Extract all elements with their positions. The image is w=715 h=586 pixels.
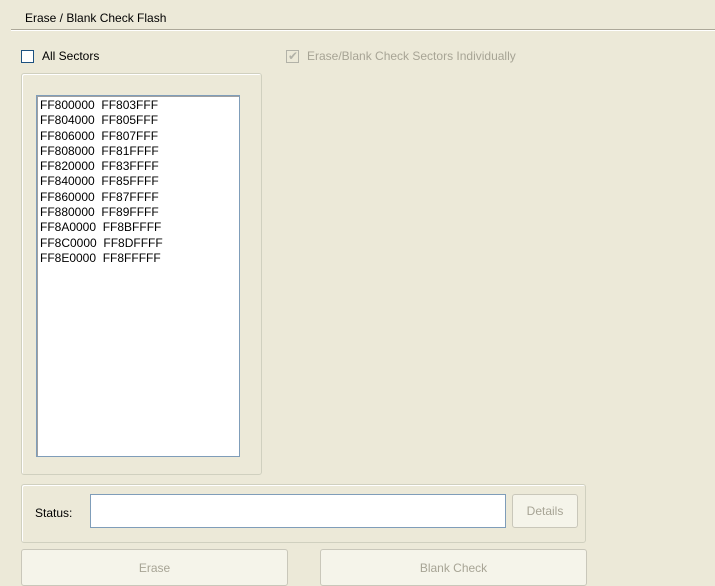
title-divider [11, 29, 715, 31]
panel-title: Erase / Blank Check Flash [25, 11, 167, 25]
sector-list-item[interactable]: FF804000 FF805FFF [40, 113, 239, 128]
all-sectors-checkbox[interactable] [21, 49, 34, 63]
sectors-individually-checkbox-row[interactable]: ✔ Erase/Blank Check Sectors Individually [286, 49, 516, 63]
sector-list-item[interactable]: FF8C0000 FF8DFFFF [40, 236, 239, 251]
details-button[interactable]: Details [512, 494, 578, 528]
sectors-individually-label: Erase/Blank Check Sectors Individually [307, 49, 516, 63]
sector-list-item[interactable]: FF840000 FF85FFFF [40, 174, 239, 189]
all-sectors-checkbox-row[interactable]: All Sectors [21, 49, 99, 63]
sector-list-item[interactable]: FF820000 FF83FFFF [40, 159, 239, 174]
sector-list-item[interactable]: FF800000 FF803FFF [40, 98, 239, 113]
sector-listbox[interactable]: FF800000 FF803FFF FF804000 FF805FFF FF8060… [36, 95, 240, 457]
panel-header: Erase / Blank Check Flash [0, 0, 714, 29]
erase-button[interactable]: Erase [21, 549, 288, 586]
sector-list-item[interactable]: FF806000 FF807FFF [40, 129, 239, 144]
sector-list-item[interactable]: FF860000 FF87FFFF [40, 190, 239, 205]
sector-list-item[interactable]: FF8E0000 FF8FFFFF [40, 251, 239, 266]
check-mark-icon: ✔ [288, 48, 299, 63]
status-field[interactable] [90, 494, 506, 528]
sector-list-item[interactable]: FF880000 FF89FFFF [40, 205, 239, 220]
sector-list-item[interactable]: FF8A0000 FF8BFFFF [40, 220, 239, 235]
all-sectors-label: All Sectors [42, 49, 100, 63]
sector-list-item[interactable]: FF808000 FF81FFFF [40, 144, 239, 159]
sectors-individually-checkbox[interactable]: ✔ [286, 48, 299, 63]
status-label: Status: [35, 506, 73, 520]
blank-check-button[interactable]: Blank Check [320, 549, 587, 586]
